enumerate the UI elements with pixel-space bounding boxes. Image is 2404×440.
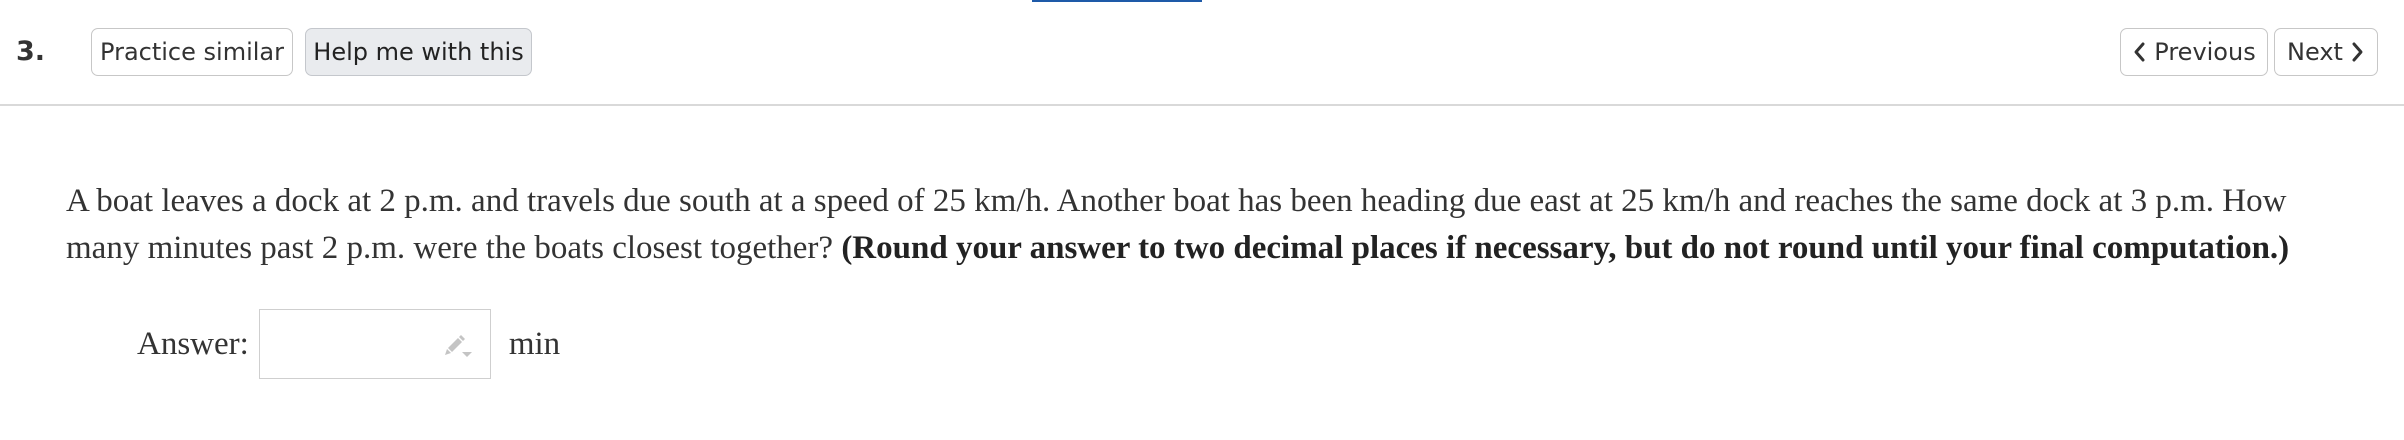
help-me-button[interactable]: Help me with this <box>305 28 532 76</box>
answer-row: Answer: min <box>137 308 560 380</box>
previous-label: Previous <box>2154 38 2256 66</box>
practice-similar-label: Practice similar <box>100 38 284 66</box>
pencil-icon[interactable] <box>440 330 474 360</box>
previous-button[interactable]: Previous <box>2120 28 2268 76</box>
question-header: 3. Practice similar Help me with this Pr… <box>0 0 2404 106</box>
practice-similar-button[interactable]: Practice similar <box>91 28 293 76</box>
answer-input[interactable] <box>258 309 491 379</box>
answer-unit: min <box>508 325 561 362</box>
chevron-right-icon <box>2351 41 2365 63</box>
rounding-instruction: (Round your answer to two decimal places… <box>841 230 2290 266</box>
help-me-label: Help me with this <box>313 38 524 66</box>
next-button[interactable]: Next <box>2274 28 2378 76</box>
question-number: 3. <box>16 36 46 67</box>
chevron-left-icon <box>2132 41 2146 63</box>
next-label: Next <box>2287 38 2343 66</box>
answer-label: Answer: <box>137 325 249 362</box>
problem-statement: A boat leaves a dock at 2 p.m. and trave… <box>66 178 2366 272</box>
